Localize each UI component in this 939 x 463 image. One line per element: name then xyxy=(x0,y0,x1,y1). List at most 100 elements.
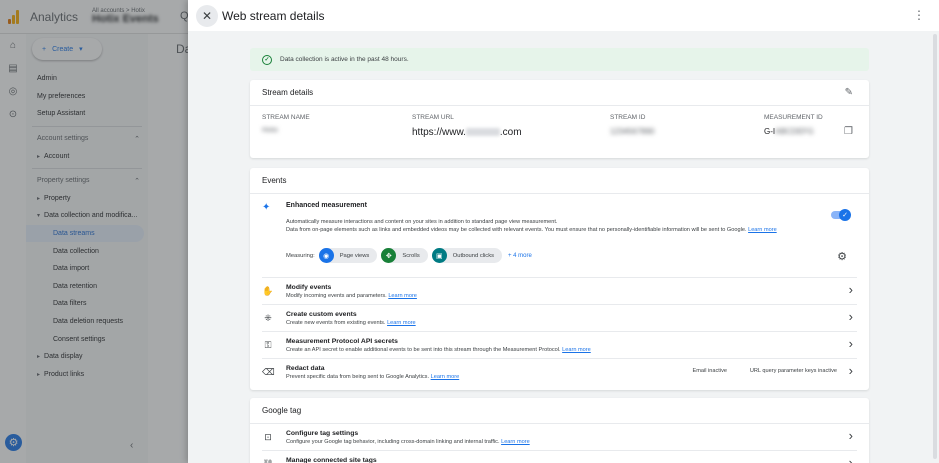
stream-url-label: STREAM URL xyxy=(412,114,454,121)
stream-url-value: https://www. .com xyxy=(412,127,522,138)
chip-label: Outbound clicks xyxy=(452,252,494,259)
enhanced-measurement-title: Enhanced measurement xyxy=(286,202,367,209)
alert-text: Data collection is active in the past 48… xyxy=(280,56,409,63)
url-query-status: URL query parameter keys inactive xyxy=(749,368,837,374)
stream-url-prefix: https://www. xyxy=(412,127,466,138)
stream-url-suffix: .com xyxy=(499,127,522,138)
more-options-icon[interactable]: ⋮ xyxy=(913,8,925,22)
copy-icon[interactable]: ❐ xyxy=(844,126,853,137)
enhanced-measurement-section: ✦ Enhanced measurement Automatically mea… xyxy=(262,194,857,278)
stream-details-heading: Stream details ✎ xyxy=(250,80,869,106)
learn-more-link[interactable]: Learn more xyxy=(501,439,530,445)
enhanced-desc-line2-text: Data from on-page elements such as links… xyxy=(286,227,747,234)
row-description: Configure your Google tag behavior, incl… xyxy=(286,439,530,445)
row-title: Redact data xyxy=(286,365,325,372)
row-title: Configure tag settings xyxy=(286,430,359,437)
row-modify-events[interactable]: ✋ Modify events Modify incoming events and… xyxy=(262,278,857,305)
measurement-chip-outbound-clicks: ▣ Outbound clicks xyxy=(431,248,502,263)
web-stream-details-drawer: ✕ Web stream details ⋮ ✓ Data collection… xyxy=(188,0,939,463)
chevron-right-icon: › xyxy=(848,428,853,443)
stream-name-label: STREAM NAME xyxy=(262,114,310,121)
enhanced-desc-line1: Automatically measure interactions and c… xyxy=(286,219,558,225)
learn-more-link[interactable]: Learn more xyxy=(562,347,591,353)
stream-details-grid: STREAM NAME Hotix STREAM URL https://www… xyxy=(250,106,869,158)
collection-status-alert: ✓ Data collection is active in the past … xyxy=(250,48,869,71)
row-description: Create new events from existing events. … xyxy=(286,320,416,326)
sparkle-cursor-icon: ⁜ xyxy=(264,313,272,323)
row-title: Measurement Protocol API secrets xyxy=(286,338,398,345)
row-configure-tag-settings[interactable]: ⊡ Configure tag settings Configure your Go… xyxy=(262,424,857,451)
chip-label: Page views xyxy=(339,252,370,259)
mouse-icon: ▣ xyxy=(431,248,447,263)
enhanced-measurement-description: Automatically measure interactions and c… xyxy=(286,218,846,234)
measurement-id-prefix: G-I xyxy=(764,127,776,136)
learn-more-link[interactable]: Learn more xyxy=(388,293,417,299)
more-measurements-link[interactable]: + 4 more xyxy=(508,253,532,259)
chip-label: Scrolls xyxy=(402,252,420,259)
google-tag-rows: ⊡ Configure tag settings Configure your Go… xyxy=(250,424,869,463)
chevron-right-icon: › xyxy=(848,282,853,297)
eraser-icon: ⌫ xyxy=(262,367,275,377)
chevron-right-icon: › xyxy=(848,363,853,378)
learn-more-link[interactable]: Learn more xyxy=(431,374,460,380)
row-create-custom-events[interactable]: ⁜ Create custom events Create new events f… xyxy=(262,305,857,332)
stream-id-value: 1234567890 xyxy=(610,127,655,136)
measurement-chip-scrolls: ✥ Scrolls xyxy=(381,248,428,263)
row-description-text: Prevent specific data from being sent to… xyxy=(286,374,430,380)
row-redact-data[interactable]: ⌫ Redact data Prevent specific data from b… xyxy=(262,359,857,386)
measurement-id-value: G-IABCDEFG xyxy=(764,127,823,136)
chevron-right-icon: › xyxy=(848,336,853,351)
drawer-header: ✕ Web stream details ⋮ xyxy=(188,0,939,31)
measurement-id-rest: ABCDEFG xyxy=(775,127,814,136)
row-title: Modify events xyxy=(286,284,332,291)
row-manage-connected-site-tags[interactable]: ⛓ Manage connected site tags › xyxy=(262,451,857,463)
row-description: Create an API secret to enable additiona… xyxy=(286,347,591,353)
row-description-text: Modify incoming events and parameters. xyxy=(286,293,387,299)
stream-details-card: Stream details ✎ STREAM NAME Hotix STREA… xyxy=(250,80,869,158)
learn-more-link[interactable]: Learn more xyxy=(748,227,777,233)
check-circle-icon: ✓ xyxy=(262,54,272,65)
link-icon: ⛓ xyxy=(262,459,274,463)
stream-url-field: STREAM URL https://www. .com xyxy=(412,114,522,138)
event-rows: ✋ Modify events Modify incoming events and… xyxy=(250,278,869,386)
row-title: Manage connected site tags xyxy=(286,457,377,463)
chevron-right-icon: › xyxy=(848,309,853,324)
crosshair-icon: ✥ xyxy=(381,248,397,263)
google-tag-heading: Google tag xyxy=(250,398,869,424)
measurement-id-label: MEASUREMENT ID xyxy=(764,114,823,121)
stream-details-heading-text: Stream details xyxy=(262,88,314,97)
events-card: Events ✦ Enhanced measurement Automatica… xyxy=(250,168,869,390)
measurement-chip-page-views: ◉ Page views xyxy=(318,248,378,263)
close-icon[interactable]: ✕ xyxy=(196,4,218,27)
enhanced-desc-line2: Data from on-page elements such as links… xyxy=(286,226,846,234)
learn-more-link[interactable]: Learn more xyxy=(387,320,416,326)
edit-pencil-icon[interactable]: ✎ xyxy=(845,87,853,98)
row-description: Modify incoming events and parameters. L… xyxy=(286,293,417,299)
redacted-block xyxy=(465,128,500,137)
row-description-text: Configure your Google tag behavior, incl… xyxy=(286,439,500,445)
row-measurement-protocol-api-secrets[interactable]: ⚿ Measurement Protocol API secrets Create … xyxy=(262,332,857,359)
row-description-text: Create an API secret to enable additiona… xyxy=(286,347,561,353)
email-status: Email inactive xyxy=(692,368,727,374)
row-title: Create custom events xyxy=(286,311,357,318)
sparkle-icon: ✦ xyxy=(262,202,271,213)
hand-icon: ✋ xyxy=(262,286,274,296)
stream-id-label: STREAM ID xyxy=(610,114,646,121)
measurement-id-field: MEASUREMENT ID G-IABCDEFG xyxy=(764,114,823,136)
key-icon: ⚿ xyxy=(264,340,272,350)
check-icon: ✓ xyxy=(839,209,851,221)
settings-gear-icon[interactable]: ⚙ xyxy=(837,250,847,263)
stream-name-value: Hotix xyxy=(262,127,278,134)
scrollbar[interactable] xyxy=(933,34,937,459)
enhanced-measurement-toggle[interactable]: ✓ xyxy=(831,209,851,221)
drawer-title: Web stream details xyxy=(222,8,325,23)
chevron-right-icon: › xyxy=(848,455,853,463)
measuring-chips: Measuring: ◉ Page views ✥ Scrolls ▣ Outbound … xyxy=(286,248,532,263)
stream-name-field: STREAM NAME Hotix xyxy=(262,114,310,134)
row-description-text: Create new events from existing events. xyxy=(286,320,386,326)
google-tag-card: Google tag ⊡ Configure tag settings Config… xyxy=(250,398,869,463)
measuring-label: Measuring: xyxy=(286,252,315,259)
events-heading: Events xyxy=(250,168,869,194)
stream-id-field: STREAM ID 1234567890 xyxy=(610,114,655,136)
row-description: Prevent specific data from being sent to… xyxy=(286,374,459,380)
